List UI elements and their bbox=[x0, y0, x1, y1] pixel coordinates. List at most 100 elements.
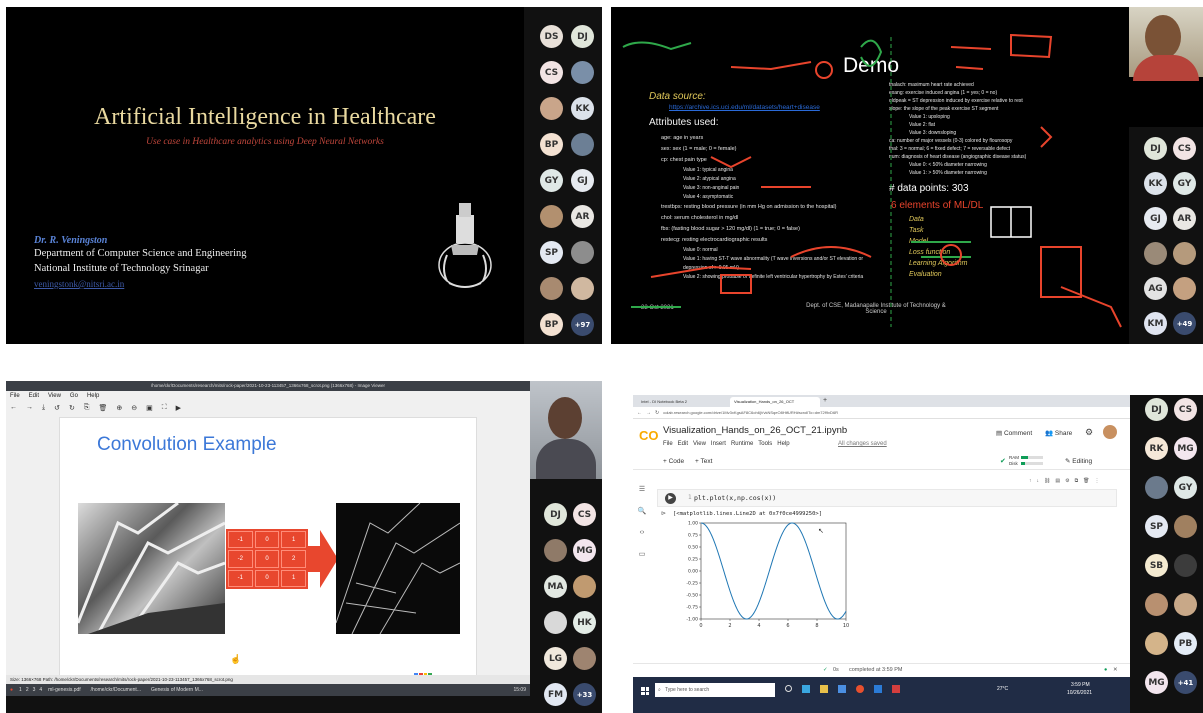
files-icon[interactable]: ▭ bbox=[639, 550, 646, 558]
move-down-icon[interactable]: ↓ bbox=[1037, 478, 1040, 484]
vscode-icon[interactable] bbox=[874, 685, 882, 693]
more-participants-button[interactable]: +49 bbox=[1173, 312, 1196, 335]
menu-item-edit[interactable]: Edit bbox=[678, 441, 688, 447]
new-tab-icon[interactable]: + bbox=[823, 397, 827, 407]
add-code-button[interactable]: + Code bbox=[663, 458, 684, 465]
menu-item-tools[interactable]: Tools bbox=[758, 441, 772, 447]
author-email[interactable]: veningstonk@nitsri.ac.in bbox=[34, 279, 124, 289]
settings-icon[interactable]: ⚙ bbox=[1085, 427, 1093, 438]
participant-avatar bbox=[571, 277, 594, 300]
y-tick-label: -0.75 bbox=[686, 605, 698, 611]
menu-item-go[interactable]: Go bbox=[70, 393, 78, 399]
code-cell[interactable]: ▶ 1 plt.plot(x,np.cos(x)) bbox=[657, 489, 1117, 507]
download-icon[interactable]: ⤓ bbox=[42, 404, 45, 412]
participant-avatar: CS bbox=[1174, 398, 1197, 421]
search-icon[interactable]: 🔍 bbox=[638, 507, 647, 515]
code-snippets-icon[interactable]: ‹› bbox=[640, 529, 645, 536]
share-button[interactable]: 👥 Share bbox=[1045, 429, 1072, 437]
back-icon[interactable]: ← bbox=[637, 410, 642, 416]
taskbar-item[interactable]: /home/ckr/Document... bbox=[91, 687, 141, 693]
rotate-right-icon[interactable]: ↻ bbox=[69, 404, 75, 412]
workspace-button[interactable]: 1 bbox=[19, 687, 22, 693]
taskbar-search-box[interactable]: ⌕ Type here to search bbox=[655, 683, 775, 697]
link-icon[interactable]: ⛓ bbox=[1044, 478, 1050, 484]
input-photo bbox=[76, 501, 226, 635]
menu-item-help[interactable]: Help bbox=[777, 441, 789, 447]
participant-avatar: BP bbox=[540, 313, 563, 336]
participant-avatar: KK bbox=[1144, 172, 1167, 195]
toc-icon[interactable]: ☰ bbox=[639, 485, 645, 493]
forward-icon[interactable]: → bbox=[26, 404, 33, 412]
rotate-left-icon[interactable]: ↺ bbox=[54, 404, 60, 412]
series-line-cos bbox=[700, 522, 847, 620]
more-participants-button[interactable]: +33 bbox=[573, 683, 596, 706]
notebook-title[interactable]: Visualization_Hands_on_26_OCT_21.ipynb bbox=[663, 425, 847, 436]
close-status-icon[interactable]: ✕ bbox=[1113, 667, 1118, 673]
move-up-icon[interactable]: ↑ bbox=[1029, 478, 1032, 484]
settings-icon[interactable]: ⚙ bbox=[1065, 478, 1069, 484]
windows-start-icon[interactable] bbox=[641, 687, 649, 695]
participant-avatar: RK bbox=[1145, 437, 1168, 460]
edge-icon[interactable] bbox=[802, 685, 810, 693]
more-participants-button[interactable]: +97 bbox=[571, 313, 594, 336]
start-menu-icon[interactable]: ● bbox=[10, 687, 13, 693]
menu-item-runtime[interactable]: Runtime bbox=[731, 441, 753, 447]
participant-avatar: SB bbox=[1145, 554, 1168, 577]
menu-item-view[interactable]: View bbox=[48, 393, 61, 399]
task-view-icon[interactable] bbox=[785, 685, 792, 692]
tab-1[interactable]: Intel - DI Notebook Beta 2 bbox=[637, 397, 727, 407]
kernel-cell: -1 bbox=[228, 569, 253, 587]
url-text[interactable]: colab.research.google.com/drive/1Mv3xKgs… bbox=[663, 410, 838, 415]
menu-item-edit[interactable]: Edit bbox=[29, 393, 39, 399]
participant-avatar: GY bbox=[1173, 172, 1196, 195]
output-clear-icon[interactable]: ⊳ bbox=[661, 510, 666, 517]
avatar[interactable] bbox=[1103, 425, 1117, 439]
store-icon[interactable] bbox=[838, 685, 846, 693]
back-icon[interactable]: ← bbox=[10, 404, 17, 412]
slideshow-icon[interactable]: ▶ bbox=[176, 404, 181, 412]
menu-item-help[interactable]: Help bbox=[87, 393, 99, 399]
run-cell-icon[interactable]: ▶ bbox=[665, 493, 676, 504]
y-tick-label: 0.00 bbox=[688, 569, 698, 575]
participant-avatar: CS bbox=[573, 503, 596, 526]
explorer-icon[interactable] bbox=[820, 685, 828, 693]
workspace-button[interactable]: 2 bbox=[26, 687, 29, 693]
taskbar-item[interactable]: Genesis of Modern M... bbox=[151, 687, 203, 693]
participant-avatar: MG bbox=[573, 539, 596, 562]
taskbar-item[interactable]: ml-genesis.pdf bbox=[48, 687, 81, 693]
workspace-button[interactable]: 3 bbox=[33, 687, 36, 693]
zoom-out-icon[interactable]: ⊖ bbox=[131, 404, 137, 412]
comment-icon[interactable]: ▤ bbox=[1055, 478, 1060, 484]
participant-avatar: SP bbox=[1145, 515, 1168, 538]
y-tick-label: 0.75 bbox=[688, 533, 698, 539]
comment-button[interactable]: ▤ Comment bbox=[996, 429, 1032, 437]
fullscreen-icon[interactable]: ⛶ bbox=[162, 404, 167, 412]
image-viewer-window: /home/ckr/Documents/research/mits/rock-p… bbox=[6, 381, 530, 696]
tab-2[interactable]: Visualization_Hands_on_26_OCT bbox=[730, 397, 820, 407]
editing-button[interactable]: ✎ Editing bbox=[1065, 457, 1092, 465]
exec-time: 0s bbox=[833, 667, 839, 673]
mirror-icon[interactable]: ⧉ bbox=[1075, 478, 1079, 484]
participant-avatar bbox=[1174, 593, 1197, 616]
delete-icon[interactable]: 🗑 bbox=[1083, 478, 1089, 484]
x-tick-label: 0 bbox=[699, 623, 702, 629]
app-icon[interactable] bbox=[892, 685, 900, 693]
code-text[interactable]: plt.plot(x,np.cos(x)) bbox=[694, 494, 776, 502]
menu-item-file[interactable]: File bbox=[10, 393, 20, 399]
add-text-button[interactable]: + Text bbox=[695, 458, 712, 465]
chrome-icon[interactable] bbox=[856, 685, 864, 693]
menu-item-insert[interactable]: Insert bbox=[711, 441, 726, 447]
participant-avatar bbox=[540, 277, 563, 300]
forward-icon[interactable]: → bbox=[646, 410, 651, 416]
more-icon[interactable]: ⋮ bbox=[1095, 478, 1100, 484]
more-participants-button[interactable]: +41 bbox=[1174, 671, 1197, 694]
workspace-button[interactable]: 4 bbox=[39, 687, 42, 693]
copy-icon[interactable]: ⎘ bbox=[84, 404, 90, 412]
zoom-in-icon[interactable]: ⊕ bbox=[116, 404, 122, 412]
fit-icon[interactable]: ▣ bbox=[146, 404, 153, 412]
shared-slide: Demo Data source: https://archive.ics.uc… bbox=[611, 7, 1129, 344]
menu-item-view[interactable]: View bbox=[693, 441, 706, 447]
delete-icon[interactable]: 🗑 bbox=[98, 404, 107, 412]
menu-item-file[interactable]: File bbox=[663, 441, 673, 447]
reload-icon[interactable]: ↻ bbox=[655, 410, 659, 416]
